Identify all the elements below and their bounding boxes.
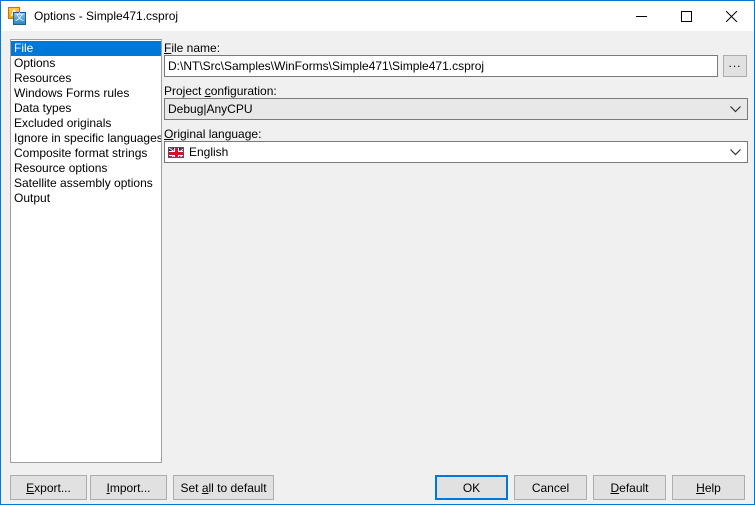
chevron-down-icon [723, 142, 747, 162]
original-language-combobox[interactable]: English [164, 141, 748, 163]
window-controls [619, 1, 754, 31]
export-button-label: Export... [26, 480, 71, 495]
default-button[interactable]: Default [593, 475, 666, 500]
cancel-button-label: Cancel [531, 480, 570, 495]
ok-button[interactable]: OK [435, 475, 508, 500]
import-button-label: Import... [106, 480, 151, 495]
import-button[interactable]: Import... [90, 475, 167, 500]
project-configuration-combobox[interactable]: Debug|AnyCPU [164, 98, 748, 120]
original-language-label: Original language: [164, 127, 262, 141]
minimize-icon[interactable] [619, 1, 664, 31]
sidebar-item-resources[interactable]: Resources [11, 71, 161, 86]
dialog-client-area: File Options Resources Windows Forms rul… [1, 31, 754, 504]
window-title: Options - Simple471.csproj [34, 9, 179, 23]
sidebar-item-ignore-in-specific-languages[interactable]: Ignore in specific languages [11, 131, 161, 146]
browse-button[interactable]: ... [723, 55, 747, 77]
title-bar[interactable]: A 文 Options - Simple471.csproj [1, 1, 754, 31]
set-all-to-default-button[interactable]: Set all to default [173, 475, 274, 500]
uk-flag-icon [168, 146, 184, 158]
original-language-value: English [189, 145, 229, 159]
help-button[interactable]: Help [672, 475, 745, 500]
sidebar-item-satellite-assembly-options[interactable]: Satellite assembly options [11, 176, 161, 191]
sidebar-item-output[interactable]: Output [11, 191, 161, 206]
project-configuration-value: Debug|AnyCPU [168, 102, 253, 116]
sidebar-item-data-types[interactable]: Data types [11, 101, 161, 116]
ok-button-label: OK [462, 480, 481, 495]
sidebar-item-file[interactable]: File [11, 41, 161, 56]
sidebar-item-windows-forms-rules[interactable]: Windows Forms rules [11, 86, 161, 101]
dialog-button-bar: Export... Import... Set all to default O… [1, 471, 754, 504]
file-settings-pane: File name: D:\NT\Src\Samples\WinForms\Si… [164, 31, 750, 463]
close-icon[interactable] [709, 1, 754, 31]
translation-icon: A 文 [8, 7, 26, 25]
sidebar-item-resource-options[interactable]: Resource options [11, 161, 161, 176]
set-all-to-default-label: Set all to default [180, 480, 267, 495]
maximize-icon[interactable] [664, 1, 709, 31]
options-dialog-window: A 文 Options - Simple471.csproj File Opti… [0, 0, 755, 505]
sidebar-item-excluded-originals[interactable]: Excluded originals [11, 116, 161, 131]
sidebar-item-options[interactable]: Options [11, 56, 161, 71]
category-listbox[interactable]: File Options Resources Windows Forms rul… [10, 39, 162, 463]
chevron-down-icon [723, 99, 747, 119]
help-button-label: Help [696, 480, 721, 495]
export-button[interactable]: Export... [10, 475, 87, 500]
default-button-label: Default [610, 480, 649, 495]
sidebar-item-composite-format-strings[interactable]: Composite format strings [11, 146, 161, 161]
project-configuration-label: Project configuration: [164, 84, 277, 98]
file-name-input[interactable]: D:\NT\Src\Samples\WinForms\Simple471\Sim… [164, 55, 718, 77]
cancel-button[interactable]: Cancel [514, 475, 587, 500]
file-name-label: File name: [164, 41, 221, 55]
